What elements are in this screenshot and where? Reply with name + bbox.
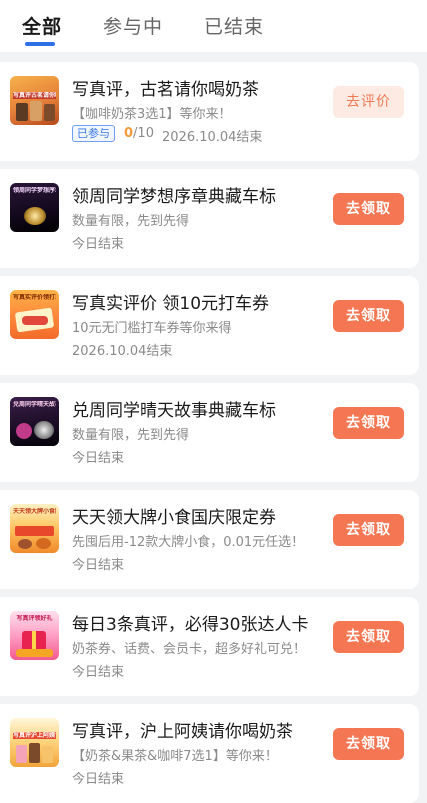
thumbnail-caption: 写真评领好礼 <box>16 615 53 622</box>
task-end-date: 今日结束 <box>72 665 125 680</box>
thumbnail-caption: 领周同学梦想序章典藏车标 <box>13 187 56 194</box>
task-title: 天天领大牌小食国庆限定券 <box>72 508 276 528</box>
task-card-guming-review[interactable]: 写真评古茗请你喝奶茶 写真评，古茗请你喝奶茶 【咖啡奶茶3选1】等你来！ 已参与… <box>0 62 419 161</box>
task-progress: 0/10 <box>124 126 154 141</box>
task-thumbnail: 领周同学梦想序章典藏车标 <box>10 183 59 232</box>
active-tab-indicator <box>25 42 55 46</box>
task-card-snack-coupon[interactable]: 天天领大牌小食国庆限定券 天天领大牌小食国庆限定券 先囤后用-12款大牌小食，0… <box>0 490 419 589</box>
task-end-date: 2026.10.04结束 <box>162 130 263 145</box>
thumbnail-caption: 写真评沪上阿姨请你喝奶茶 <box>13 732 56 739</box>
claim-button[interactable]: 去领取 <box>333 407 404 439</box>
thumbnail-caption: 兑周同学晴天故事典藏车标 <box>13 401 56 408</box>
task-end-date: 今日结束 <box>72 237 125 252</box>
tab-participating[interactable]: 参与中 <box>103 12 163 39</box>
task-card-dream-badge[interactable]: 领周同学梦想序章典藏车标 领周同学梦想序章典藏车标 数量有限，先到先得 今日结束… <box>0 169 419 268</box>
review-button[interactable]: 去评价 <box>333 86 404 118</box>
thumbnail-caption: 写真实评价领打车券 <box>13 294 56 301</box>
task-end-date: 今日结束 <box>72 451 125 466</box>
task-description: 数量有限，先到先得 <box>72 214 190 229</box>
participated-badge: 已参与 <box>72 125 115 142</box>
claim-button[interactable]: 去领取 <box>333 514 404 546</box>
task-description: 数量有限，先到先得 <box>72 428 190 443</box>
thumbnail-caption: 天天领大牌小食国庆限定券 <box>13 508 56 515</box>
tab-ended[interactable]: 已结束 <box>204 12 264 39</box>
task-end-date: 今日结束 <box>72 558 125 573</box>
tab-all[interactable]: 全部 <box>22 12 62 39</box>
task-description: 奶茶券、话费、会员卡，超多好礼可兑！ <box>72 642 307 657</box>
tab-bar: 全部 参与中 已结束 <box>0 0 427 52</box>
task-title: 兑周同学晴天故事典藏车标 <box>72 401 276 421</box>
task-card-daily-review[interactable]: 写真评领好礼 每日3条真评，必得30张达人卡 奶茶券、话费、会员卡，超多好礼可兑… <box>0 597 419 696</box>
task-title: 领周同学梦想序章典藏车标 <box>72 187 276 207</box>
task-description: 【奶茶&果茶&咖啡7选1】等你来！ <box>72 749 278 764</box>
task-card-taxi-coupon[interactable]: 写真实评价领打车券 写真实评价 领10元打车券 10元无门槛打车券等你来得 20… <box>0 276 419 375</box>
task-card-hushang-review[interactable]: 写真评沪上阿姨请你喝奶茶 写真评，沪上阿姨请你喝奶茶 【奶茶&果茶&咖啡7选1】… <box>0 704 419 803</box>
progress-current: 0 <box>124 126 134 141</box>
task-thumbnail: 写真评沪上阿姨请你喝奶茶 <box>10 718 59 767</box>
task-end-date: 2026.10.04结束 <box>72 344 173 359</box>
task-thumbnail: 写真评领好礼 <box>10 611 59 660</box>
task-title: 写真评，沪上阿姨请你喝奶茶 <box>72 722 293 742</box>
claim-button[interactable]: 去领取 <box>333 728 404 760</box>
thumbnail-caption: 写真评古茗请你喝奶茶 <box>13 92 56 99</box>
task-end-date: 今日结束 <box>72 772 125 787</box>
task-title: 每日3条真评，必得30张达人卡 <box>72 615 309 635</box>
claim-button[interactable]: 去领取 <box>333 300 404 332</box>
task-description: 先囤后用-12款大牌小食，0.01元任选！ <box>72 535 305 550</box>
claim-button[interactable]: 去领取 <box>333 621 404 653</box>
task-description: 【咖啡奶茶3选1】等你来！ <box>72 107 232 122</box>
task-thumbnail: 兑周同学晴天故事典藏车标 <box>10 397 59 446</box>
task-title: 写真评，古茗请你喝奶茶 <box>72 80 259 100</box>
claim-button[interactable]: 去领取 <box>333 193 404 225</box>
task-title: 写真实评价 领10元打车券 <box>72 294 270 314</box>
task-thumbnail: 写真评古茗请你喝奶茶 <box>10 76 59 125</box>
task-thumbnail: 写真实评价领打车券 <box>10 290 59 339</box>
task-card-sunny-badge[interactable]: 兑周同学晴天故事典藏车标 兑周同学晴天故事典藏车标 数量有限，先到先得 今日结束… <box>0 383 419 482</box>
task-description: 10元无门槛打车券等你来得 <box>72 321 232 336</box>
progress-total: /10 <box>133 126 154 141</box>
task-thumbnail: 天天领大牌小食国庆限定券 <box>10 504 59 553</box>
